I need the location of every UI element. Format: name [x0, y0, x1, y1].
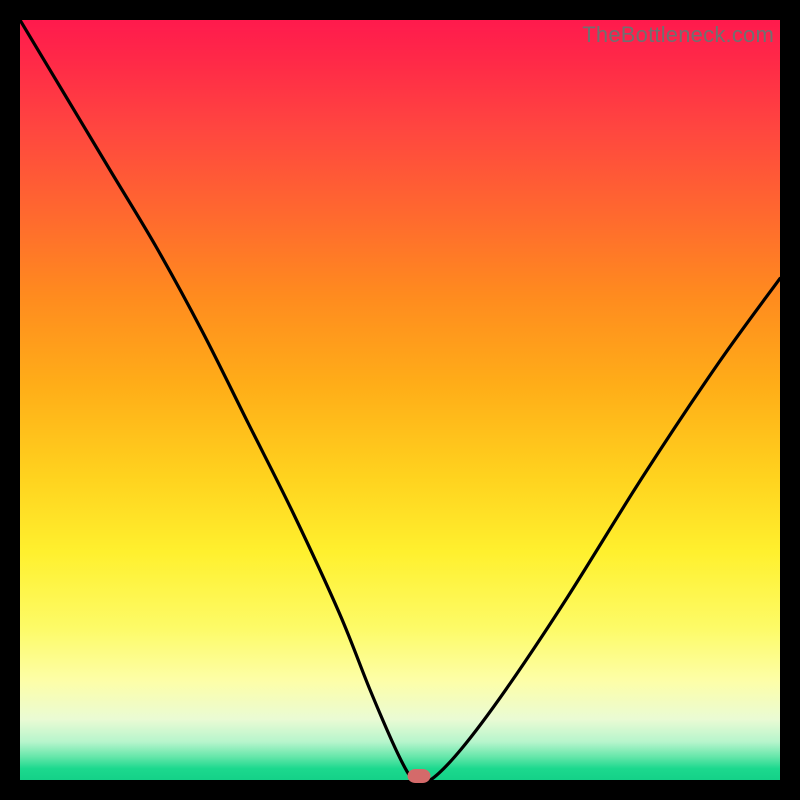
bottleneck-curve — [20, 20, 780, 780]
curve-path — [20, 20, 780, 780]
chart-frame: TheBottleneck.com — [0, 0, 800, 800]
optimal-point-marker — [408, 769, 431, 783]
plot-area: TheBottleneck.com — [20, 20, 780, 780]
